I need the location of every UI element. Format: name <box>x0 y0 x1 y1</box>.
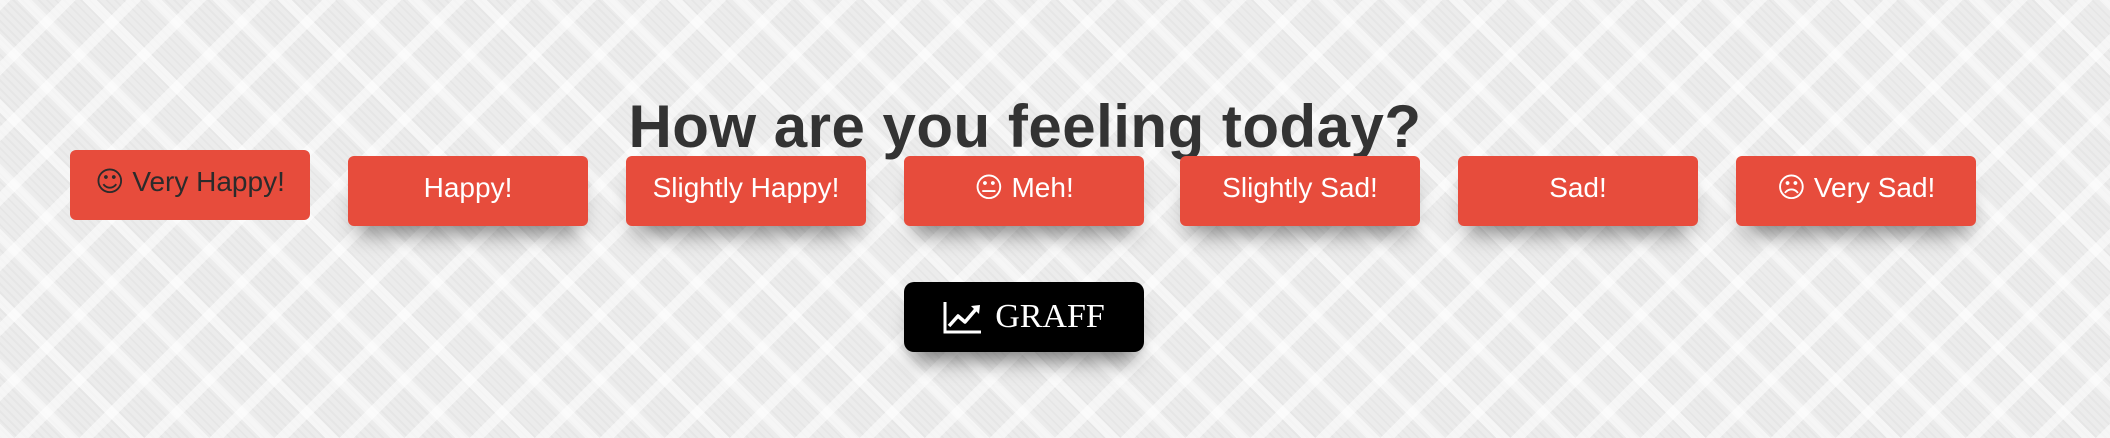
neutral-face-icon: 😐 <box>974 171 1004 204</box>
slightly-sad-label: Slightly Sad! <box>1222 172 1378 203</box>
slightly-happy-button[interactable]: Slightly Happy! <box>626 156 866 226</box>
meh-label: Meh! <box>1011 172 1074 203</box>
smile-icon: ☺ <box>95 165 125 198</box>
page: How are you feeling today? ☺ Very Happy!… <box>0 0 2110 438</box>
graff-button[interactable]: GRAFF <box>904 282 1144 352</box>
very-sad-button[interactable]: ☹ Very Sad! <box>1736 156 1976 226</box>
sad-label: Sad! <box>1549 172 1607 203</box>
slightly-happy-label: Slightly Happy! <box>652 172 840 203</box>
frown-icon: ☹ <box>1776 171 1806 204</box>
graff-label: GRAFF <box>995 298 1105 335</box>
very-happy-button[interactable]: ☺ Very Happy! <box>70 150 310 220</box>
meh-button[interactable]: 😐 Meh! <box>904 156 1144 226</box>
line-chart-icon <box>943 300 983 334</box>
slightly-sad-button[interactable]: Slightly Sad! <box>1180 156 1420 226</box>
very-sad-label: Very Sad! <box>1813 172 1936 203</box>
very-happy-label: Very Happy! <box>132 166 285 197</box>
happy-button[interactable]: Happy! <box>348 156 588 226</box>
happy-label: Happy! <box>423 172 513 203</box>
sad-button[interactable]: Sad! <box>1458 156 1698 226</box>
